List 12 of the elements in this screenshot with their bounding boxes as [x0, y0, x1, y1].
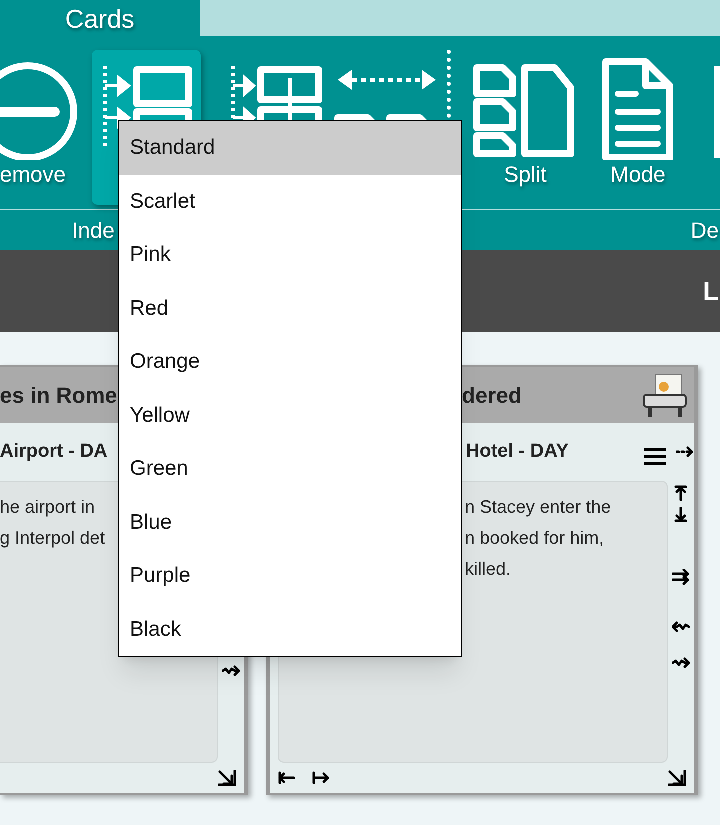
- body-text-line: he airport in: [0, 496, 96, 519]
- body-text-line: g Interpol det: [0, 527, 106, 550]
- card-title: dered: [462, 382, 522, 410]
- body-text-line: n Stacey enter the: [465, 496, 612, 519]
- scene-heading: Hotel - DAY: [466, 440, 569, 464]
- group-label: De: [690, 216, 719, 244]
- body-text-line: n booked for him,: [465, 527, 604, 550]
- scene-heading: Airport - DA: [0, 440, 108, 464]
- toolbar-label: L: [703, 274, 719, 308]
- card-title: es in Rome: [0, 382, 118, 410]
- group-label: Inde: [72, 216, 115, 244]
- body-text-line: killed.: [465, 558, 512, 581]
